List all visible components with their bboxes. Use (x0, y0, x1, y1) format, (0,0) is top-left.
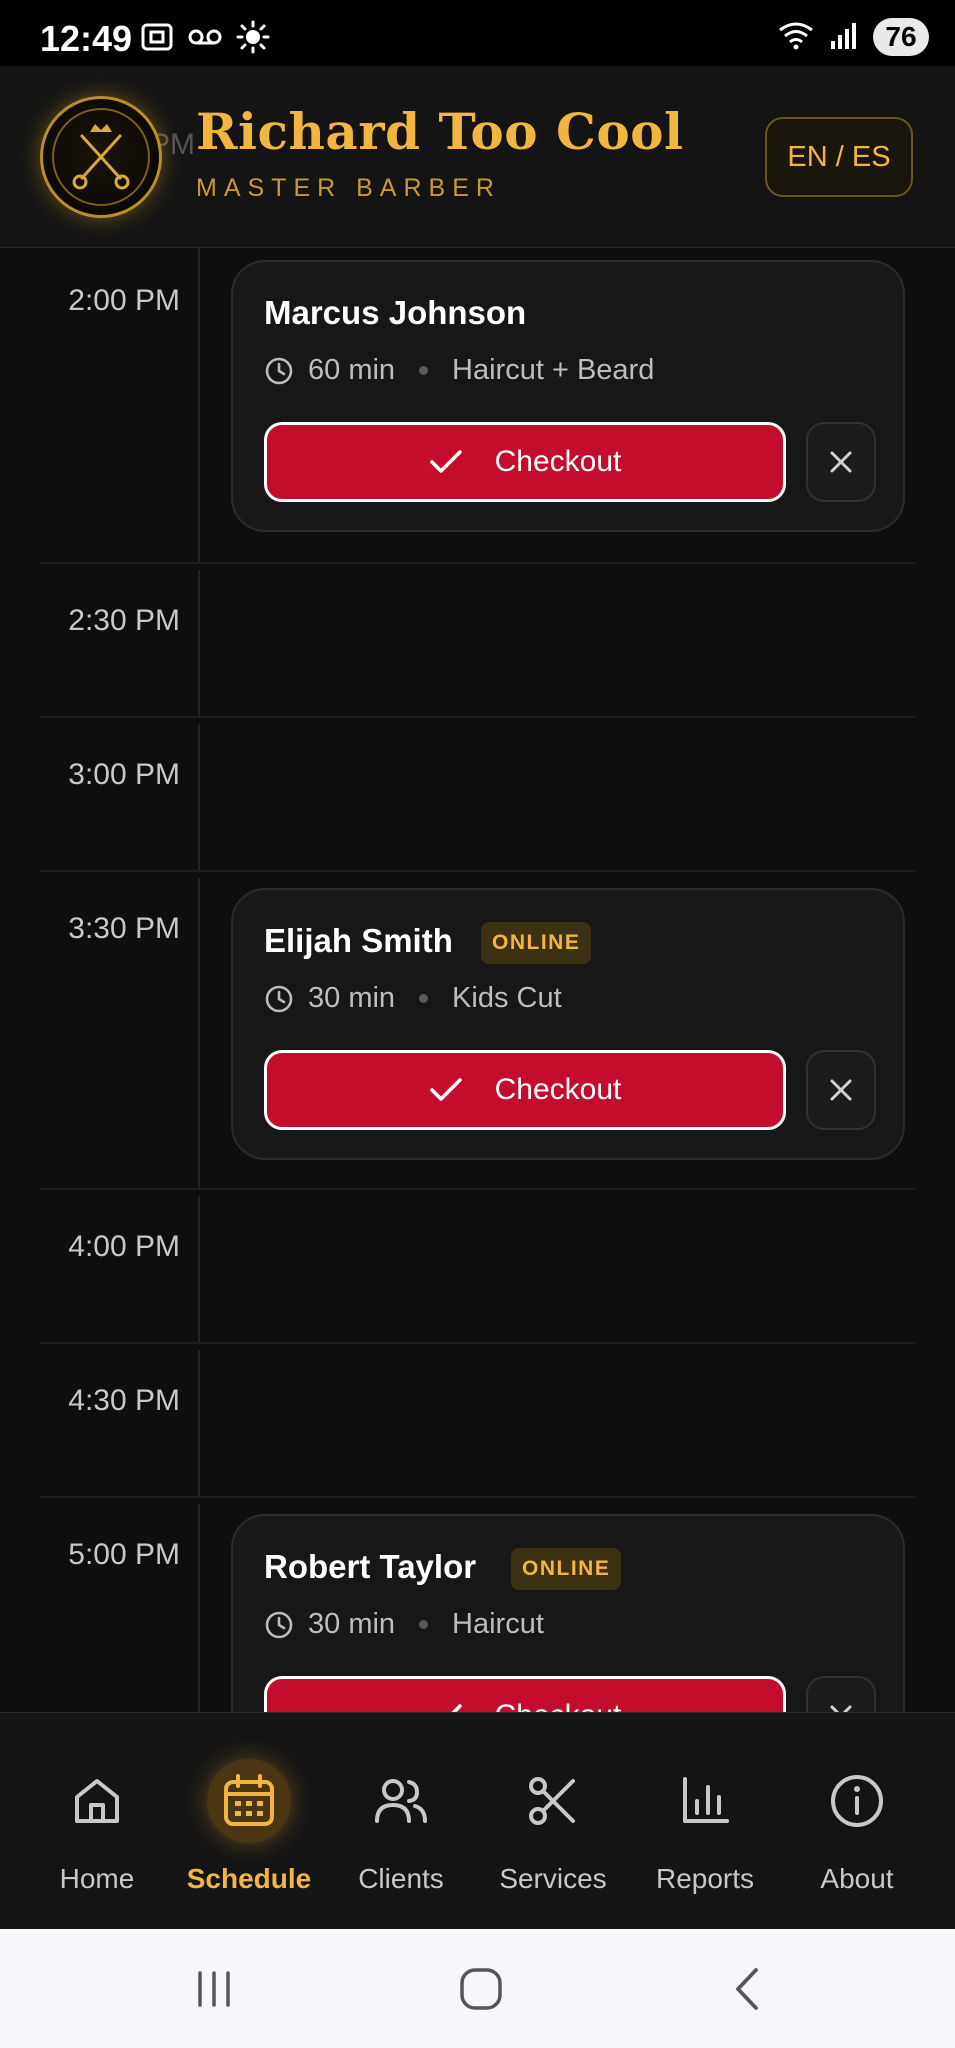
nav-item-about[interactable]: About (781, 1713, 933, 1930)
bar-chart-icon (663, 1759, 747, 1843)
recent-apps-button[interactable] (182, 1957, 246, 2021)
checkout-button[interactable]: Checkout (264, 1050, 786, 1130)
appointment-duration: 30 min (308, 1608, 396, 1640)
nav-label: Clients (358, 1863, 444, 1894)
back-chevron-icon (730, 1966, 766, 2012)
scissors-icon (511, 1759, 595, 1843)
appointment-meta: 30 min Kids Cut (264, 982, 562, 1015)
clock-icon (264, 1610, 294, 1640)
time-slot-label: 2:30 PM (68, 604, 180, 637)
appointment-card[interactable]: Robert Taylor ONLINE 30 min Haircut Chec… (231, 1514, 905, 1712)
client-name: Robert Taylor (264, 1548, 477, 1585)
checkout-button[interactable]: Checkout (264, 422, 786, 502)
close-icon (827, 1076, 855, 1104)
system-navigation-bar (0, 1929, 955, 2048)
status-icons-left (140, 20, 270, 59)
calendar-icon (207, 1759, 291, 1843)
status-bar: 12:49 76 (0, 0, 955, 66)
nav-item-clients[interactable]: Clients (325, 1713, 477, 1930)
time-slot-label: 4:30 PM (68, 1384, 180, 1417)
brand-subtitle: MASTER BARBER (196, 174, 501, 202)
check-icon (429, 1702, 463, 1712)
close-icon (827, 448, 855, 476)
service-name: Kids Cut (452, 982, 562, 1014)
time-slot-label: 3:00 PM (68, 758, 180, 791)
status-time: 12:49 (40, 18, 133, 59)
bottom-navigation: Home Schedule Clients Services Reports A… (0, 1712, 955, 1929)
language-toggle-button[interactable]: EN / ES (765, 117, 913, 197)
service-name: Haircut + Beard (452, 354, 655, 386)
nav-item-reports[interactable]: Reports (629, 1713, 781, 1930)
schedule-timeline[interactable]: 2:00 PM 2:30 PM 3:00 PM 3:30 PM 4:00 PM … (0, 248, 955, 1712)
appointment-card[interactable]: Elijah Smith ONLINE 30 min Kids Cut Chec… (231, 888, 905, 1160)
close-icon (827, 1702, 855, 1712)
signal-icon (829, 21, 859, 54)
time-slot-label: 4:00 PM (68, 1230, 180, 1263)
battery-indicator: 76 (873, 18, 929, 56)
home-system-button[interactable] (449, 1957, 513, 2021)
checkout-button[interactable]: Checkout (264, 1676, 786, 1712)
appointment-duration: 30 min (308, 982, 396, 1014)
scissors-logo-icon (72, 124, 130, 190)
voicemail-icon (188, 26, 222, 53)
screenshot-icon (140, 22, 174, 57)
check-icon (429, 1076, 463, 1104)
online-badge: ONLINE (511, 1548, 622, 1590)
nav-item-home[interactable]: Home (21, 1713, 173, 1930)
appointment-meta: 60 min Haircut + Beard (264, 354, 654, 387)
cancel-appointment-button[interactable] (806, 1676, 876, 1712)
appointment-card[interactable]: Marcus Johnson 60 min Haircut + Beard Ch… (231, 260, 905, 532)
home-circle-icon (458, 1966, 504, 2012)
clock-icon (264, 356, 294, 386)
time-slot-label: 3:30 PM (68, 912, 180, 945)
nav-item-schedule[interactable]: Schedule (173, 1713, 325, 1930)
appointment-duration: 60 min (308, 354, 396, 386)
nav-label: Home (59, 1863, 135, 1894)
time-slot-label: 5:00 PM (68, 1538, 180, 1571)
nav-item-services[interactable]: Services (477, 1713, 629, 1930)
home-icon (55, 1759, 139, 1843)
users-icon (359, 1759, 443, 1843)
status-icons-right: 76 (777, 18, 929, 56)
app-header: PM Richard Too Cool MASTER BARBER EN / E… (0, 66, 955, 248)
appointment-meta: 30 min Haircut (264, 1608, 544, 1641)
check-icon (429, 448, 463, 476)
online-badge: ONLINE (481, 922, 592, 964)
recent-apps-icon (192, 1969, 236, 2009)
brand-logo (40, 96, 162, 218)
cancel-appointment-button[interactable] (806, 1050, 876, 1130)
client-name: Marcus Johnson (264, 294, 527, 331)
client-name: Elijah Smith (264, 922, 453, 959)
info-icon (815, 1759, 899, 1843)
nav-label: Reports (655, 1863, 755, 1894)
checkout-label: Checkout (495, 1699, 622, 1712)
brightness-icon (236, 20, 270, 59)
nav-label: Schedule (186, 1863, 312, 1894)
nav-label: About (820, 1863, 894, 1894)
wifi-icon (777, 20, 815, 55)
checkout-label: Checkout (494, 445, 622, 478)
clock-icon (264, 984, 294, 1014)
nav-label: Services (499, 1863, 607, 1894)
back-button[interactable] (716, 1957, 780, 2021)
checkout-label: Checkout (494, 1073, 622, 1106)
service-name: Haircut (452, 1608, 544, 1640)
time-slot-label: 2:00 PM (68, 284, 180, 317)
cancel-appointment-button[interactable] (806, 422, 876, 502)
brand-title: Richard Too Cool (196, 102, 684, 161)
